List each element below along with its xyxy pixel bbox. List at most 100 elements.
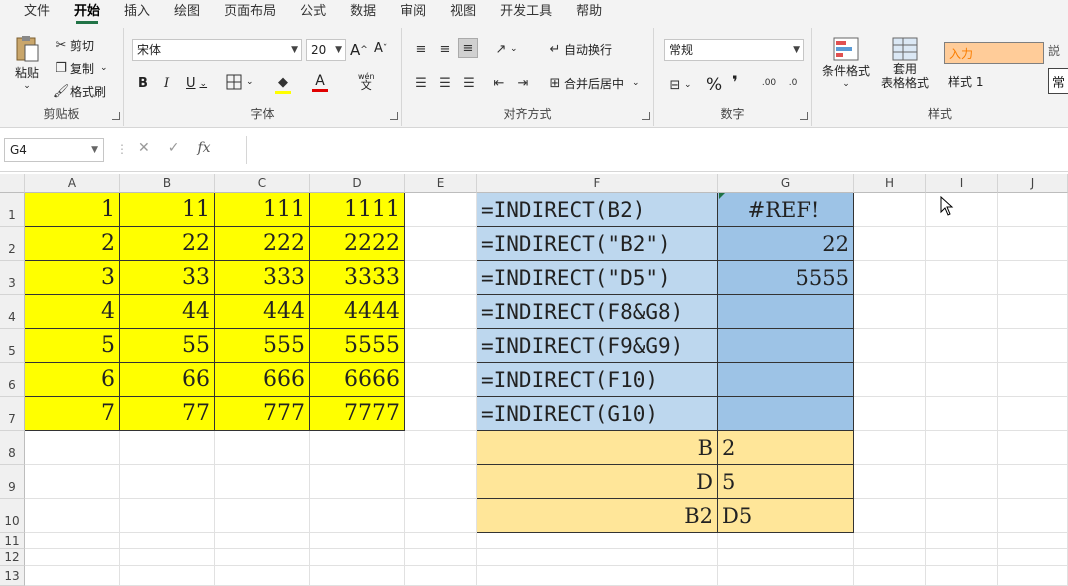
cell-H12[interactable]	[854, 549, 926, 566]
cell-F12[interactable]	[477, 549, 718, 566]
tab-9[interactable]: 开发工具	[488, 0, 564, 24]
underline-button[interactable]: U ⌄	[186, 76, 207, 91]
cell-E2[interactable]	[405, 227, 477, 261]
wrap-text-button[interactable]: ↵ 自动换行	[546, 40, 612, 58]
font-size-combo[interactable]: 20 ▼	[306, 39, 346, 61]
cell-H4[interactable]	[854, 295, 926, 329]
cell-I3[interactable]	[926, 261, 998, 295]
font-color-button[interactable]: A	[312, 73, 328, 92]
cell-C12[interactable]	[215, 549, 310, 566]
cell-I9[interactable]	[926, 465, 998, 499]
cell-E4[interactable]	[405, 295, 477, 329]
number-launcher[interactable]	[800, 112, 808, 120]
cell-F3[interactable]: =INDIRECT("D5")	[477, 261, 718, 295]
cell-J13[interactable]	[998, 566, 1068, 586]
number-format-combo[interactable]: 常规 ▼	[664, 39, 804, 61]
cell-C7[interactable]: 777	[215, 397, 310, 431]
column-header-A[interactable]: A	[25, 174, 120, 193]
cell-A3[interactable]: 3	[25, 261, 120, 295]
name-box[interactable]: G4 ▼	[4, 138, 104, 162]
row-header-5[interactable]: 5	[0, 329, 25, 363]
cell-J3[interactable]	[998, 261, 1068, 295]
font-name-combo[interactable]: 宋体 ▼	[132, 39, 302, 61]
cell-I8[interactable]	[926, 431, 998, 465]
cell-B3[interactable]: 33	[120, 261, 215, 295]
cell-D3[interactable]: 3333	[310, 261, 405, 295]
cancel-icon[interactable]: ✕	[138, 140, 150, 156]
cell-B7[interactable]: 77	[120, 397, 215, 431]
tab-2[interactable]: 插入	[112, 0, 162, 24]
cell-G10[interactable]: D5	[718, 499, 854, 533]
row-header-2[interactable]: 2	[0, 227, 25, 261]
cell-G7[interactable]	[718, 397, 854, 431]
cell-E1[interactable]	[405, 193, 477, 227]
cell-G11[interactable]	[718, 533, 854, 549]
cell-G1[interactable]: #REF!	[718, 193, 854, 227]
column-header-D[interactable]: D	[310, 174, 405, 193]
cell-D10[interactable]	[310, 499, 405, 533]
cell-G12[interactable]	[718, 549, 854, 566]
cell-A8[interactable]	[25, 431, 120, 465]
cell-G8[interactable]: 2	[718, 431, 854, 465]
style-normal[interactable]: 常	[1048, 68, 1068, 94]
cell-F5[interactable]: =INDIRECT(F9&G9)	[477, 329, 718, 363]
cut-button[interactable]: ✂ 剪切	[52, 36, 94, 54]
cell-F6[interactable]: =INDIRECT(F10)	[477, 363, 718, 397]
cell-H7[interactable]	[854, 397, 926, 431]
cell-D13[interactable]	[310, 566, 405, 586]
cell-H9[interactable]	[854, 465, 926, 499]
cell-A12[interactable]	[25, 549, 120, 566]
cell-F11[interactable]	[477, 533, 718, 549]
copy-button[interactable]: ❐ 复制 ⌄	[52, 59, 107, 77]
cell-I2[interactable]	[926, 227, 998, 261]
cell-E7[interactable]	[405, 397, 477, 431]
cell-E12[interactable]	[405, 549, 477, 566]
cell-C5[interactable]: 555	[215, 329, 310, 363]
cell-E9[interactable]	[405, 465, 477, 499]
cell-A9[interactable]	[25, 465, 120, 499]
cell-G13[interactable]	[718, 566, 854, 586]
cell-I6[interactable]	[926, 363, 998, 397]
cell-J8[interactable]	[998, 431, 1068, 465]
cell-C4[interactable]: 444	[215, 295, 310, 329]
cell-F7[interactable]: =INDIRECT(G10)	[477, 397, 718, 431]
cell-H3[interactable]	[854, 261, 926, 295]
fill-color-button[interactable]: ◆	[274, 73, 292, 94]
cell-H10[interactable]	[854, 499, 926, 533]
column-header-I[interactable]: I	[926, 174, 998, 193]
row-header-11[interactable]: 11	[0, 533, 25, 549]
tab-4[interactable]: 页面布局	[212, 0, 288, 24]
cell-A13[interactable]	[25, 566, 120, 586]
cell-G4[interactable]	[718, 295, 854, 329]
column-header-E[interactable]: E	[405, 174, 477, 193]
cell-D11[interactable]	[310, 533, 405, 549]
column-header-F[interactable]: F	[477, 174, 718, 193]
cell-C9[interactable]	[215, 465, 310, 499]
paste-button[interactable]: 粘贴 ⌄	[10, 34, 44, 91]
cell-F4[interactable]: =INDIRECT(F8&G8)	[477, 295, 718, 329]
align-right-button[interactable]: ☰	[460, 74, 478, 92]
cell-I11[interactable]	[926, 533, 998, 549]
cell-B8[interactable]	[120, 431, 215, 465]
cell-A5[interactable]: 5	[25, 329, 120, 363]
cell-C11[interactable]	[215, 533, 310, 549]
cell-J9[interactable]	[998, 465, 1068, 499]
column-header-B[interactable]: B	[120, 174, 215, 193]
cell-I5[interactable]	[926, 329, 998, 363]
cell-A1[interactable]: 1	[25, 193, 120, 227]
cell-I13[interactable]	[926, 566, 998, 586]
cell-E6[interactable]	[405, 363, 477, 397]
clipboard-launcher[interactable]	[112, 112, 120, 120]
formula-input[interactable]	[246, 136, 1068, 164]
cell-C1[interactable]: 111	[215, 193, 310, 227]
cell-I10[interactable]	[926, 499, 998, 533]
cell-J2[interactable]	[998, 227, 1068, 261]
cell-E5[interactable]	[405, 329, 477, 363]
align-center-button[interactable]: ☰	[436, 74, 454, 92]
cell-G2[interactable]: 22	[718, 227, 854, 261]
merge-center-button[interactable]: ⊞ 合并后居中 ⌄	[546, 74, 640, 92]
align-top-button[interactable]: ≡	[412, 40, 430, 58]
cell-C10[interactable]	[215, 499, 310, 533]
select-all-corner[interactable]	[0, 174, 25, 193]
cell-F10[interactable]: B2	[477, 499, 718, 533]
